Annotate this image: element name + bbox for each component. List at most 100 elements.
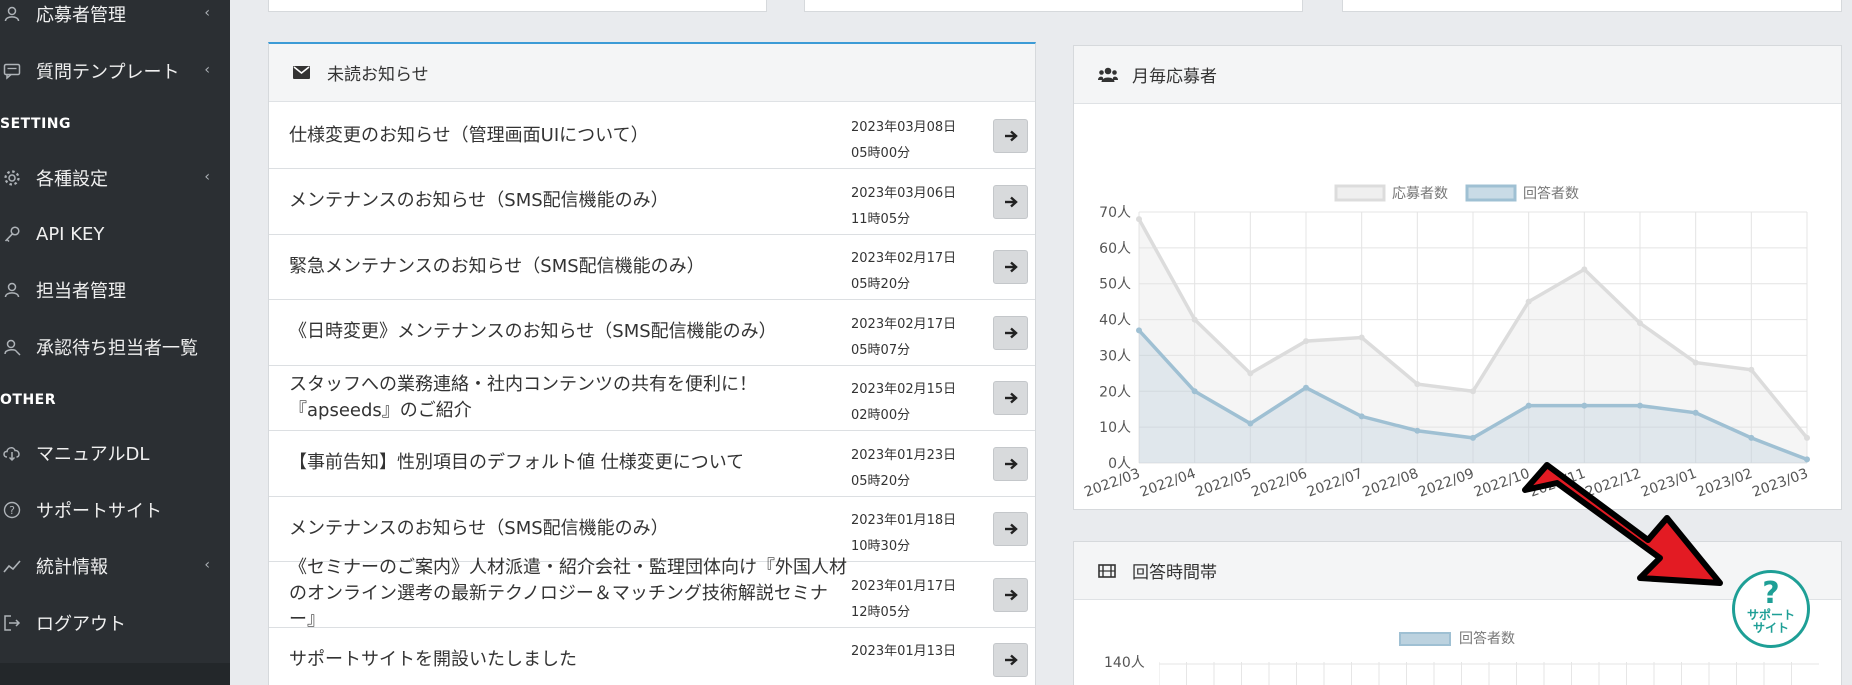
data-point: [1804, 434, 1810, 441]
sidebar-footer: [0, 663, 230, 685]
sidebar-item-api-key[interactable]: API KEY: [0, 214, 230, 254]
data-point: [1525, 402, 1532, 409]
open-notice-button[interactable]: [993, 381, 1028, 415]
monthly-header: 月毎応募者: [1074, 46, 1841, 104]
arrow-right-icon: [1004, 130, 1018, 142]
arrow-right-icon: [1004, 654, 1018, 666]
notice-date: 2023年01月23日 05時20分: [851, 443, 956, 495]
chevron-left-icon: ‹: [204, 557, 210, 573]
open-notice-button[interactable]: [993, 446, 1028, 481]
data-point: [1748, 434, 1755, 441]
line-chart-icon: [2, 556, 22, 576]
arrow-right-icon: [1004, 458, 1018, 469]
notice-date-time: 05時20分: [851, 277, 911, 292]
notice-date-day: 2023年02月15日: [851, 382, 957, 397]
notices-header: 未読お知らせ: [269, 44, 1035, 102]
x-tick-label: 2022/08: [1361, 466, 1421, 501]
open-notice-button[interactable]: [993, 184, 1028, 219]
notice-title[interactable]: サポートサイトを開設いたしました: [289, 627, 849, 685]
notice-date: 2023年02月17日 05時20分: [851, 246, 956, 298]
sidebar-item-staff[interactable]: 担当者管理: [0, 270, 230, 310]
sidebar-item-label: 担当者管理: [36, 281, 126, 302]
notice-date-time: 02時00分: [851, 408, 911, 423]
notice-title[interactable]: メンテナンスのお知らせ（SMS配信機能のみ）: [289, 496, 849, 561]
data-point: [1470, 388, 1476, 395]
sidebar-item-question-template[interactable]: 質問テンプレート ‹: [0, 51, 230, 91]
user-search-icon: [2, 337, 22, 357]
notice-date: 2023年02月17日 05時07分: [851, 312, 956, 364]
cloud-download-icon: [2, 443, 22, 463]
notice-date: 2023年01月17日 12時05分: [851, 574, 956, 626]
open-notice-button[interactable]: [993, 577, 1028, 612]
sidebar-item-label: 承認待ち担当者一覧: [36, 338, 198, 359]
sidebar-item-pending-staff[interactable]: 承認待ち担当者一覧: [0, 327, 230, 367]
notice-date: 2023年03月06日 11時05分: [851, 181, 956, 233]
sidebar-item-logout[interactable]: ログアウト: [0, 603, 230, 643]
arrow-right-icon: [1004, 196, 1018, 207]
chevron-left-icon: ‹: [204, 62, 210, 78]
notice-date-time: 12時05分: [851, 604, 911, 620]
monthly-title: 月毎応募者: [1132, 67, 1217, 87]
open-notice-button[interactable]: [993, 250, 1028, 284]
notice-row: サポートサイトを開設いたしました 2023年01月13日: [269, 627, 1035, 685]
legend-label: 回答者数: [1523, 185, 1579, 202]
data-point: [1136, 327, 1142, 334]
y-tick-label: 10人: [1099, 420, 1131, 436]
notice-title[interactable]: 《日時変更》メンテナンスのお知らせ（SMS配信機能のみ）: [289, 300, 849, 365]
notice-date-day: 2023年03月08日: [851, 120, 957, 135]
notice-row: メンテナンスのお知らせ（SMS配信機能のみ） 2023年01月18日 10時30分: [269, 496, 1035, 562]
time-chart-grid: [1159, 662, 1819, 685]
sidebar-item-applicants[interactable]: 応募者管理 ‹: [0, 0, 230, 34]
envelope-icon: [293, 66, 313, 79]
x-tick-label: 2022/06: [1249, 466, 1309, 501]
section-other: OTHER: [0, 392, 57, 408]
chevron-left-icon: ‹: [204, 169, 210, 185]
user-icon: [2, 280, 22, 300]
data-point: [1303, 338, 1309, 345]
sidebar-item-label: サポートサイト: [36, 501, 162, 522]
y-tick-top: 140人: [1104, 655, 1145, 671]
users-icon: [1098, 67, 1118, 83]
data-point: [1470, 434, 1476, 441]
notice-title[interactable]: 《セミナーのご案内》人材派遣・紹介会社・監理団体向け『外国人材のオンライン選考の…: [289, 557, 849, 630]
data-point: [1414, 427, 1421, 434]
notice-date-time: 05時20分: [851, 473, 911, 489]
time-header: 回答時間帯: [1074, 542, 1841, 600]
open-notice-button[interactable]: [993, 315, 1028, 350]
sidebar-item-statistics[interactable]: 統計情報 ‹: [0, 546, 230, 586]
notice-title[interactable]: 【事前告知】性別項目のデフォルト値 仕様変更について: [289, 431, 849, 496]
sidebar-item-label: API KEY: [36, 223, 105, 245]
arrow-right-icon: [1004, 392, 1018, 404]
data-point: [1804, 456, 1810, 463]
notice-title[interactable]: メンテナンスのお知らせ（SMS配信機能のみ）: [289, 169, 849, 234]
support-site-button[interactable]: ? サポート サイト: [1732, 570, 1810, 648]
data-point: [1525, 298, 1532, 305]
notice-row: 緊急メンテナンスのお知らせ（SMS配信機能のみ） 2023年02月17日 05時20…: [269, 234, 1035, 300]
support-label-2: サイト: [1752, 621, 1789, 635]
response-time-panel: 回答時間帯 回答者数 140人: [1073, 541, 1842, 685]
film-icon: [1098, 563, 1118, 578]
sidebar-item-settings[interactable]: 各種設定 ‹: [0, 158, 230, 198]
open-notice-button[interactable]: [993, 119, 1028, 153]
notice-title[interactable]: スタッフへの業務連絡・社内コンテンツの共有を便利に！『apseeds』のご紹介: [289, 365, 849, 430]
notice-date: 2023年02月15日 02時00分: [851, 377, 956, 429]
data-point: [1692, 409, 1699, 416]
monthly-applicants-panel: 月毎応募者 0人 10人 20人 30人 40人 50人 60人 70人 2022/03 2022…: [1073, 45, 1842, 510]
y-tick-label: 60人: [1099, 241, 1131, 257]
notice-date: 2023年01月18日 10時30分: [851, 508, 956, 560]
legend-swatch: [1465, 184, 1517, 202]
y-tick-label: 50人: [1099, 277, 1131, 293]
key-icon: [2, 224, 22, 244]
sidebar-item-manual-dl[interactable]: マニュアルDL: [0, 433, 230, 473]
question-mark-icon: ?: [1762, 576, 1780, 611]
notice-title[interactable]: 緊急メンテナンスのお知らせ（SMS配信機能のみ）: [289, 234, 849, 299]
notices-panel: 未読お知らせ 仕様変更のお知らせ（管理画面UIについて） 2023年03月08日 0…: [268, 42, 1036, 685]
top-card-3: [1342, 0, 1842, 12]
open-notice-button[interactable]: [993, 512, 1028, 546]
sidebar-item-label: 各種設定: [36, 169, 108, 190]
notice-date: 2023年03月08日 05時00分: [851, 115, 956, 167]
sidebar-item-support-site[interactable]: ? サポートサイト: [0, 490, 230, 530]
notice-title[interactable]: 仕様変更のお知らせ（管理画面UIについて）: [289, 103, 849, 168]
open-notice-button[interactable]: [993, 643, 1028, 677]
notice-date-time: 05時07分: [851, 342, 911, 358]
